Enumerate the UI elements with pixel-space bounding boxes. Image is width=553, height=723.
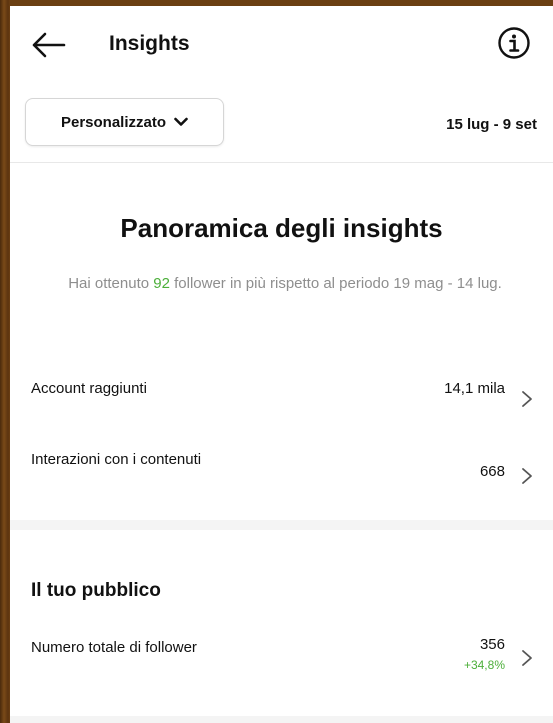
metric-row-content-interactions[interactable]: Interazioni con i contenuti 668 bbox=[10, 451, 553, 511]
period-dropdown[interactable]: Personalizzato bbox=[25, 98, 224, 146]
arrow-left-icon bbox=[32, 32, 66, 58]
chevron-down-icon bbox=[174, 117, 188, 126]
followers-change: +34,8% bbox=[463, 658, 505, 672]
summary-prefix: Hai ottenuto bbox=[68, 275, 154, 292]
summary-suffix: follower in più rispetto al periodo 19 m… bbox=[169, 275, 502, 292]
metric-label: Numero totale di follower bbox=[31, 639, 197, 656]
audience-title: Il tuo pubblico bbox=[31, 580, 161, 601]
section-separator bbox=[10, 716, 553, 723]
overview-title: Panoramica degli insights bbox=[120, 213, 443, 243]
back-button[interactable] bbox=[30, 30, 66, 60]
metric-row-accounts-reached[interactable]: Account raggiunti 14,1 mila bbox=[10, 380, 553, 440]
chevron-right-icon bbox=[522, 468, 532, 484]
period-dropdown-label: Personalizzato bbox=[60, 113, 167, 131]
chevron-right-icon bbox=[522, 650, 532, 666]
insights-panel: Insights Personalizzato 15 lug - 9 set P… bbox=[10, 6, 553, 723]
metric-value: 14,1 mila bbox=[444, 380, 505, 397]
page-title: Insights bbox=[109, 32, 190, 55]
section-separator bbox=[10, 520, 553, 530]
metric-label: Interazioni con i contenuti bbox=[31, 451, 202, 468]
divider bbox=[10, 162, 553, 163]
follower-gain: 92 bbox=[153, 275, 170, 292]
chevron-right-icon bbox=[522, 391, 532, 407]
metric-row-total-followers[interactable]: Numero totale di follower 356 +34,8% bbox=[10, 636, 553, 699]
date-range: 15 lug - 9 set bbox=[446, 116, 537, 133]
app-header: Insights bbox=[10, 6, 553, 86]
metric-value: 356 bbox=[479, 636, 505, 653]
overview-summary: Hai ottenuto 92 follower in più rispetto… bbox=[60, 274, 510, 294]
info-icon bbox=[498, 27, 530, 59]
metric-value: 668 bbox=[479, 463, 505, 480]
info-button[interactable] bbox=[497, 26, 531, 60]
metric-label: Account raggiunti bbox=[31, 380, 147, 397]
